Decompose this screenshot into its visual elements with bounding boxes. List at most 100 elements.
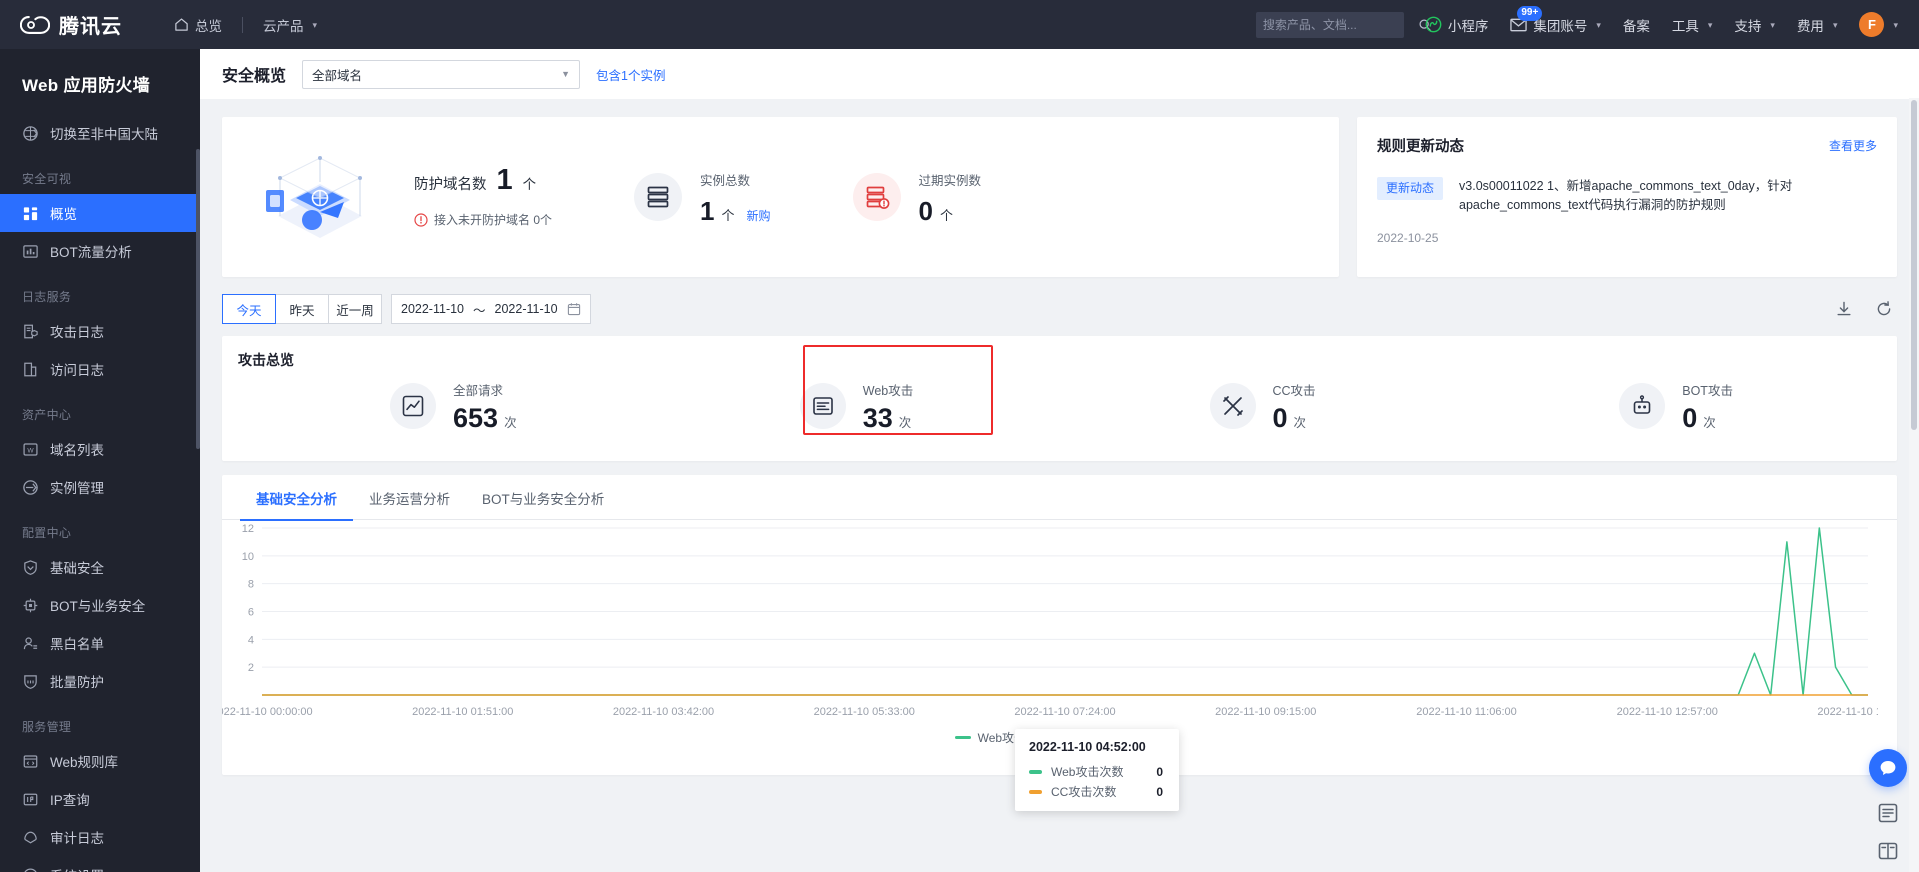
attack-metric-web-attack[interactable]: Web攻击 33 次 [668, 380, 1078, 432]
sidebar-item-domain-list-label: 域名列表 [50, 443, 104, 458]
svg-text:2: 2 [248, 662, 254, 674]
time-filter-bar: 今天 昨天 近一周 2022-11-10 ～ 2022-11-10 [222, 294, 1897, 324]
server-expired-icon [866, 186, 889, 209]
sidebar-item-basic-security[interactable]: 基础安全 [0, 548, 200, 586]
attack-trend-chart[interactable]: 2 4 6 8 10 12 2022-11-10 00:00:00 2022-11-10 01… [222, 520, 1878, 725]
page-title: 安全概览 [222, 68, 287, 85]
web-attack-label: Web攻击 [862, 384, 914, 398]
sidebar-item-region-switch-label: 切换至非中国大陆 [50, 127, 158, 142]
nav-item-support-label: 支持 [1734, 18, 1762, 34]
book-icon[interactable] [1876, 839, 1900, 863]
page-scrollbar-thumb[interactable] [1911, 100, 1917, 430]
rule-update-title: 规则更新动态 [1377, 139, 1464, 155]
filter-today[interactable]: 今天 [222, 294, 276, 324]
nav-divider [242, 16, 243, 33]
filter-last-week[interactable]: 近一周 [328, 294, 382, 324]
filter-actions [1835, 300, 1897, 318]
shield-icon [24, 559, 37, 575]
expired-instance-stat: 过期实例数 0 个 [852, 170, 981, 224]
sidebar-item-bot-traffic[interactable]: BOT流量分析 [0, 232, 200, 270]
domain-select[interactable]: 全部域名 ▼ [302, 59, 581, 89]
attack-metric-all-requests[interactable]: 全部请求 653 次 [238, 380, 668, 432]
rule-update-more-link[interactable]: 查看更多 [1829, 137, 1877, 154]
analysis-tabs: 基础安全分析 业务运营分析 BOT与业务安全分析 [222, 475, 1897, 521]
page-header: 安全概览 全部域名 ▼ 包含1个实例 [200, 49, 1919, 99]
rule-update-tag: 更新动态 [1377, 177, 1444, 200]
search-input[interactable] [1262, 17, 1418, 32]
svg-text:2022-11-10 12:57:00: 2022-11-10 12:57:00 [1617, 706, 1718, 718]
access-log-icon [24, 362, 37, 376]
page-scrollbar[interactable] [1909, 98, 1919, 872]
tooltip-value-web-attack: 0 [1156, 764, 1163, 779]
document-icon[interactable] [1876, 801, 1900, 825]
nav-item-overview-label: 总览 [195, 18, 222, 34]
sidebar-item-attack-log[interactable]: 攻击日志 [0, 312, 200, 350]
sidebar-item-instance-mgmt[interactable]: 实例管理 [0, 468, 200, 506]
sidebar-item-region-switch[interactable]: 切换至非中国大陆 [0, 114, 200, 152]
sidebar-item-access-log[interactable]: 访问日志 [0, 350, 200, 388]
tab-bot-business-security-analysis[interactable]: BOT与业务安全分析 [466, 475, 620, 520]
tab-basic-security-analysis[interactable]: 基础安全分析 [240, 475, 353, 521]
tencent-cloud-logo[interactable]: 腾讯云 [0, 10, 122, 39]
cc-attack-value: 0 [1272, 403, 1288, 433]
nav-item-messages[interactable]: 99+ 集团账号 ▾ [1499, 0, 1612, 49]
refresh-icon[interactable] [1875, 300, 1893, 318]
sidebar-item-batch-protection[interactable]: 批量防护 [0, 662, 200, 700]
unprotected-domain-warning: 接入未开防护域名 0个 [414, 211, 552, 228]
sidebar-item-domain-list[interactable]: W 域名列表 [0, 430, 200, 468]
global-search[interactable] [1255, 11, 1431, 38]
protection-illustration [266, 156, 362, 238]
tooltip-row-web-attack: Web攻击次数 0 [1029, 763, 1163, 780]
user-account-menu[interactable]: F ▾ [1848, 0, 1909, 49]
download-icon[interactable] [1835, 300, 1853, 318]
nav-item-miniprogram[interactable]: 小程序 [1414, 0, 1500, 49]
bot-attack-unit: 次 [1703, 416, 1716, 430]
sidebar-item-audit-log[interactable]: 审计日志 [0, 818, 200, 856]
sidebar-item-blacklist-whitelist-label: 黑白名单 [50, 637, 104, 652]
nav-item-cloud-products[interactable]: 云产品 ▾ [249, 0, 331, 49]
attack-metric-cc-attack[interactable]: CC攻击 0 次 [1078, 380, 1488, 432]
sidebar-group-title: 日志服务 [22, 290, 72, 304]
nav-item-tools[interactable]: 工具 ▾ [1661, 0, 1724, 49]
svg-text:2022-11-10 05:33:00: 2022-11-10 05:33:00 [814, 706, 915, 718]
tab-business-operation-analysis[interactable]: 业务运营分析 [353, 475, 466, 520]
sidebar-item-bot-traffic-label: BOT流量分析 [50, 245, 132, 260]
attack-overview-title: 攻击总览 [238, 352, 294, 368]
nav-item-billing[interactable]: 费用 ▾ [1786, 0, 1849, 49]
svg-text:12: 12 [242, 523, 254, 535]
chevron-down-icon: ▼ [561, 69, 571, 79]
sidebar-item-ip-query[interactable]: IP查询 [0, 780, 200, 818]
bot-chart-icon [23, 244, 38, 258]
overview-card: 防护域名数 1 个 接入未开防护域名 0个 实例总数 1 个 新购 过期实例数 … [222, 117, 1339, 277]
date-range-picker[interactable]: 2022-11-10 ～ 2022-11-10 [391, 294, 591, 324]
sidebar-item-web-rule-library[interactable]: Web规则库 [0, 742, 200, 780]
bot-attack-value: 0 [1682, 403, 1698, 433]
sidebar-item-bot-business-security[interactable]: BOT与业务安全 [0, 586, 200, 624]
cc-attack-value-row: 0 次 [1273, 405, 1316, 432]
sidebar-item-system-settings[interactable]: 系统设置 [0, 856, 200, 872]
protected-domain-unit: 个 [522, 177, 537, 192]
svg-text:2022-11-10 07:24:00: 2022-11-10 07:24:00 [1014, 706, 1115, 718]
trend-chart-icon [402, 395, 424, 417]
tooltip-swatch-web-attack [1029, 769, 1042, 774]
svg-text:W: W [27, 447, 34, 454]
sidebar-item-overview[interactable]: 概览 [0, 194, 200, 232]
nav-item-support[interactable]: 支持 ▾ [1723, 0, 1786, 49]
instance-count-link[interactable]: 包含1个实例 [596, 65, 665, 84]
sidebar-group-title: 资产中心 [22, 408, 72, 422]
sidebar-group-title: 服务管理 [22, 720, 72, 734]
message-badge: 99+ [1517, 6, 1543, 21]
web-attack-unit: 次 [898, 416, 912, 430]
buy-instance-link[interactable]: 新购 [747, 207, 771, 224]
attack-metric-bot-attack[interactable]: BOT攻击 0 次 [1487, 380, 1897, 432]
sidebar-item-blacklist-whitelist[interactable]: 黑白名单 [0, 624, 200, 662]
chart-tooltip: 2022-11-10 04:52:00 Web攻击次数 0 CC攻击次数 0 [1015, 729, 1179, 811]
chat-support-button[interactable] [1869, 749, 1907, 787]
nav-item-overview[interactable]: 总览 [160, 0, 236, 49]
instance-total-label: 实例总数 [700, 174, 751, 188]
filter-yesterday[interactable]: 昨天 [275, 294, 329, 324]
protected-domain-line: 防护域名数 1 个 [414, 166, 552, 195]
rule-library-icon [23, 754, 38, 768]
nav-item-beian[interactable]: 备案 [1612, 0, 1661, 49]
sidebar: Web 应用防火墙 切换至非中国大陆 安全可视 概览 BOT流量分析 日志服务 … [0, 49, 200, 872]
